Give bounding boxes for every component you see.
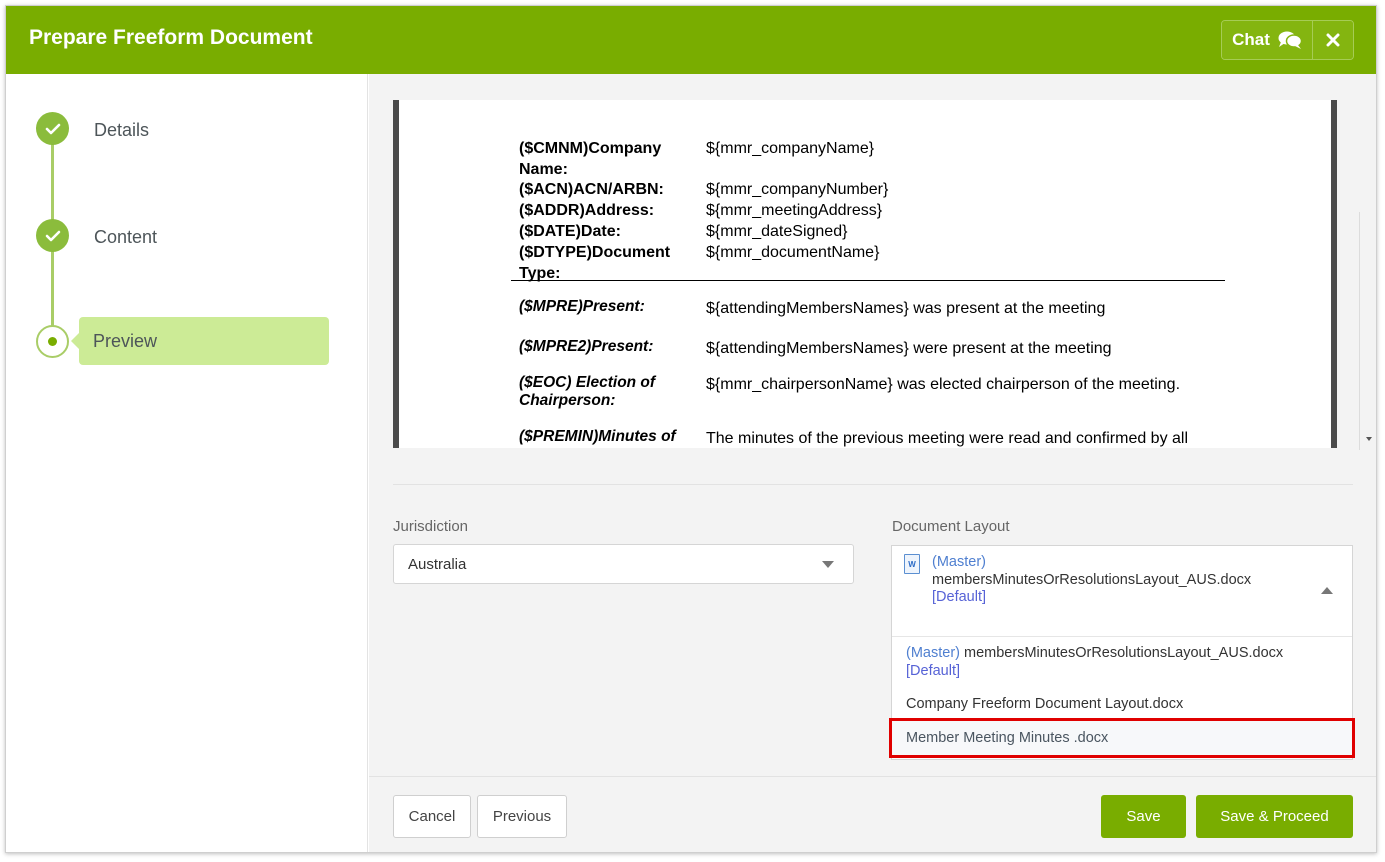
doc-row-label: ($DATE)Date: xyxy=(519,223,621,240)
caret-up-icon xyxy=(1321,587,1333,594)
doc-row-label: ($CMNM)Company Name: xyxy=(519,140,662,178)
doc-row-value: ${attendingMembersNames} was present at … xyxy=(706,300,1106,317)
check-icon xyxy=(45,123,60,134)
modal-header: Prepare Freeform Document Chat xyxy=(6,6,1376,74)
check-icon xyxy=(45,230,60,241)
close-button[interactable] xyxy=(1313,21,1353,59)
cancel-button[interactable]: Cancel xyxy=(393,795,471,838)
option-name: Member Meeting Minutes .docx xyxy=(906,730,1109,746)
doc-row-value: ${mmr_meetingAddress} xyxy=(706,202,883,219)
jurisdiction-select[interactable]: Australia xyxy=(393,544,854,584)
prepare-document-modal: Prepare Freeform Document Chat Details C… xyxy=(5,5,1377,853)
wizard-steps: Details Content Preview xyxy=(6,74,368,852)
step-preview-active[interactable]: Preview xyxy=(71,317,329,365)
doc-row-label: ($ACN)ACN/ARBN: xyxy=(519,181,664,198)
doc-row-label: ($MPRE)Present: xyxy=(519,298,645,315)
document-divider xyxy=(511,280,1225,281)
doc-row-value: ${mmr_documentName} xyxy=(706,244,880,261)
doc-row-value: The minutes of the previous meeting were… xyxy=(706,430,1189,447)
option-default-tag: [Default] xyxy=(906,663,960,679)
step-details-check xyxy=(36,112,69,145)
chat-label: Chat xyxy=(1232,30,1270,49)
modal-title: Prepare Freeform Document xyxy=(29,26,313,49)
step-preview: Preview xyxy=(93,331,158,351)
doc-row-label: ($EOC) Election of Chairperson: xyxy=(519,374,656,409)
close-icon xyxy=(1326,33,1340,47)
jurisdiction-value: Australia xyxy=(408,556,467,573)
document-preview[interactable]: ($CMNM)Company Name: ${mmr_companyName} … xyxy=(393,100,1337,448)
save-proceed-button[interactable]: Save & Proceed xyxy=(1196,795,1353,838)
save-button[interactable]: Save xyxy=(1101,795,1186,838)
doc-row-value: ${mmr_companyName} xyxy=(706,140,875,157)
option-name: membersMinutesOrResolutionsLayout_AUS.do… xyxy=(964,645,1284,661)
option-name: Company Freeform Document Layout.docx xyxy=(906,696,1184,712)
selected-layout-name: membersMinutesOrResolutionsLayout_AUS.do… xyxy=(932,572,1252,588)
header-buttons: Chat xyxy=(1221,20,1354,60)
step-content-check xyxy=(36,219,69,252)
layout-option-highlighted[interactable]: Member Meeting Minutes .docx xyxy=(889,718,1355,758)
doc-row-value: ${mmr_companyNumber} xyxy=(706,181,889,198)
main-content: ($CMNM)Company Name: ${mmr_companyName} … xyxy=(369,74,1376,852)
doc-row-value: ${mmr_chairpersonName} was elected chair… xyxy=(706,376,1181,393)
selected-master-tag: (Master) xyxy=(932,554,986,570)
step-details[interactable]: Details xyxy=(94,120,149,141)
previous-button[interactable]: Previous xyxy=(477,795,567,838)
document-layout-label: Document Layout xyxy=(892,518,1010,535)
doc-row-label: ($ADDR)Address: xyxy=(519,202,655,219)
document-layout-dropdown[interactable]: W (Master) membersMinutesOrResolutionsLa… xyxy=(889,545,1355,760)
doc-row-value: ${mmr_dateSigned} xyxy=(706,223,848,240)
doc-row-value: ${attendingMembersNames} were present at… xyxy=(706,340,1112,357)
layout-selected[interactable]: W (Master) membersMinutesOrResolutionsLa… xyxy=(892,546,1352,637)
section-divider xyxy=(393,484,1353,485)
option-master-tag: (Master) xyxy=(906,645,960,661)
modal-footer: Cancel Previous Save Save & Proceed xyxy=(369,776,1376,852)
chat-button[interactable]: Chat xyxy=(1222,21,1313,59)
scroll-down-icon[interactable] xyxy=(1366,437,1372,441)
step-content[interactable]: Content xyxy=(94,227,157,248)
preview-scrollbar[interactable] xyxy=(1359,212,1370,450)
doc-row-label: ($DTYPE)Document Type: xyxy=(519,244,671,282)
caret-down-icon xyxy=(822,561,834,568)
doc-row-label: ($MPRE2)Present: xyxy=(519,338,654,355)
step-preview-dot xyxy=(36,325,69,358)
doc-row-label: ($PREMIN)Minutes of xyxy=(519,428,676,445)
jurisdiction-label: Jurisdiction xyxy=(393,518,469,535)
selected-default-tag: [Default] xyxy=(932,589,986,605)
chat-bubbles-icon xyxy=(1278,31,1302,49)
word-document-icon: W xyxy=(904,554,920,574)
